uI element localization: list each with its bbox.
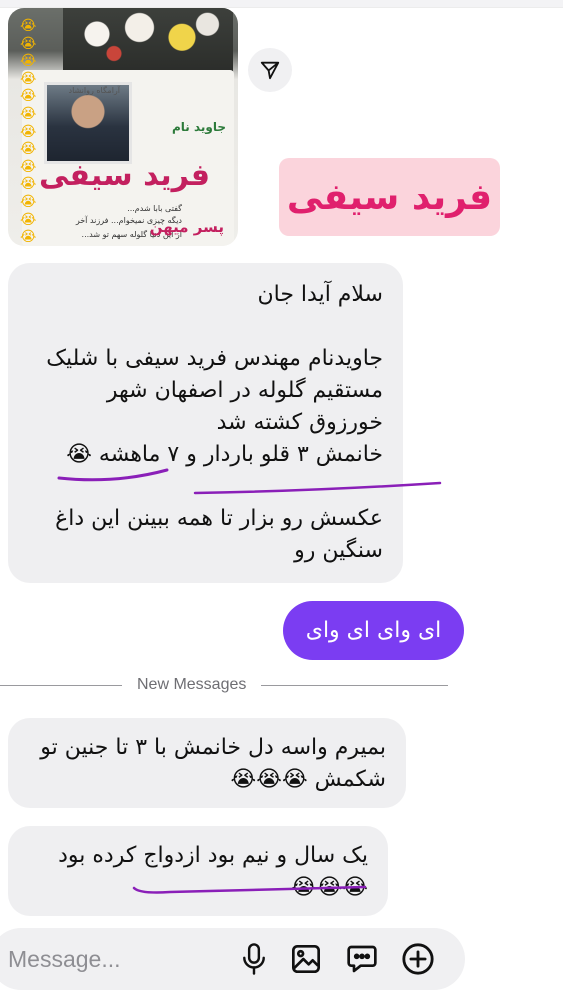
crying-emoji-icon: 😭	[20, 141, 37, 158]
crying-emoji-icon: 😭	[20, 211, 37, 228]
crying-emoji-icon: 😭	[20, 18, 37, 34]
crying-emoji-icon: 😭	[20, 88, 37, 105]
message-composer: Message...	[0, 928, 465, 990]
new-messages-divider: New Messages	[0, 672, 448, 698]
microphone-button[interactable]	[236, 941, 272, 977]
plus-icon	[402, 943, 434, 975]
share-button[interactable]	[248, 48, 292, 92]
microphone-icon	[243, 943, 265, 975]
message-input[interactable]: Message...	[8, 928, 121, 990]
crying-emoji-icon: 😭	[20, 35, 37, 52]
crying-emoji-icon: 😭	[20, 158, 37, 175]
sent-message[interactable]: ای وای ای وای	[283, 601, 464, 660]
message-text: ای وای ای وای	[305, 618, 442, 643]
inscription-name: فرید سیفی	[38, 158, 210, 193]
crying-emoji-icon: 😭	[20, 70, 37, 87]
crying-emoji-icon: 😭	[20, 105, 37, 122]
gallery-button[interactable]	[288, 941, 324, 977]
sticker-button[interactable]	[344, 941, 380, 977]
plus-button[interactable]	[400, 941, 436, 977]
flowers-graphic	[63, 8, 233, 73]
inscription-small: آرامگاه روانشاد	[68, 86, 121, 95]
send-icon	[260, 61, 280, 80]
inscription-signature: پسر میهن	[149, 218, 224, 236]
crying-emoji-icon: 😭	[20, 193, 37, 210]
received-message[interactable]: بمیرم واسه دل خانمش با ۳ تا جنین تو شکمش…	[8, 718, 406, 808]
message-text: بمیرم واسه دل خانمش با ۳ تا جنین تو شکمش…	[40, 735, 386, 792]
received-message[interactable]: یک سال و نیم بود ازدواج کرده بود 😭😭😭	[8, 826, 388, 916]
crying-emoji-icon: 😭	[20, 229, 37, 246]
crying-emoji-icon: 😭	[20, 53, 37, 70]
sticker-icon	[347, 945, 377, 973]
name-sticker[interactable]: فرید سیفی	[279, 158, 500, 236]
shared-photo[interactable]: آرامگاه روانشاد جاوید نام فرید سیفی گفتی…	[8, 8, 238, 246]
inscription-line1: گفتی بابا شدم...	[127, 204, 182, 213]
message-text: سلام آیدا جان جاویدنام مهندس فرید سیفی ب…	[46, 282, 383, 563]
image-icon	[292, 945, 320, 973]
crying-emoji-icon: 😭	[20, 123, 37, 140]
name-sticker-text: فرید سیفی	[286, 176, 493, 218]
message-text: یک سال و نیم بود ازدواج کرده بود 😭😭😭	[58, 843, 368, 900]
crying-emoji-icon: 😭	[20, 176, 37, 193]
divider-line	[261, 684, 448, 686]
divider-line	[0, 684, 122, 686]
divider-label: New Messages	[137, 676, 247, 693]
received-message[interactable]: سلام آیدا جان جاویدنام مهندس فرید سیفی ب…	[8, 263, 403, 583]
inscription-side: جاوید نام	[171, 120, 226, 134]
top-edge	[0, 0, 563, 8]
crying-emoji-column: 😭 😭 😭 😭 😭 😭 😭 😭 😭 😭 😭 😭 😭 😭	[20, 18, 42, 246]
